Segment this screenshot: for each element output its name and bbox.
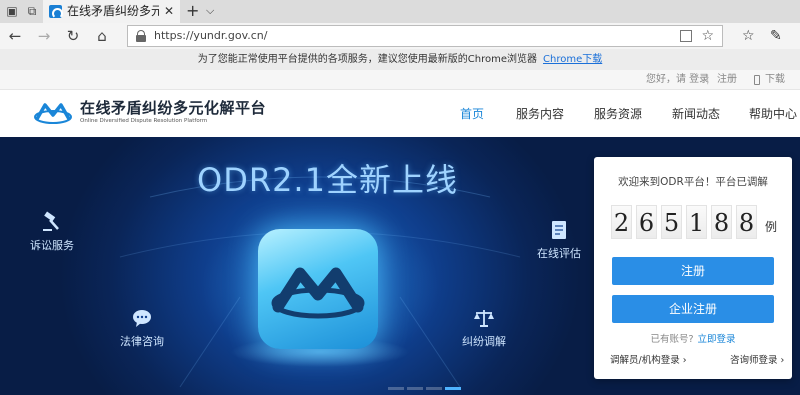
feature-dispute-mediation[interactable]: 纠纷调解 xyxy=(462,307,506,349)
register-link[interactable]: 注册 xyxy=(717,70,737,90)
address-bar[interactable]: https://yundr.gov.cn/ ☆ xyxy=(127,25,723,47)
has-account-text: 已有账号? xyxy=(650,334,694,345)
counter-digit: 8 xyxy=(711,205,732,239)
tab-preview-icon[interactable]: ⧉ xyxy=(24,4,40,19)
banner-odr-logo-icon xyxy=(271,267,365,319)
carousel-dot[interactable] xyxy=(426,387,442,390)
nav-news[interactable]: 新闻动态 xyxy=(672,106,720,122)
browser-notice-bar: 为了您能正常使用平台提供的各项服务，建议您使用最新版的Chrome浏览器 Chro… xyxy=(0,49,800,70)
carousel-dot-active[interactable] xyxy=(445,387,461,390)
gavel-icon xyxy=(43,211,59,231)
login-link[interactable]: 您好，请 登录 xyxy=(646,70,709,90)
counter-digit: 1 xyxy=(686,205,707,239)
browser-tab-active[interactable]: 在线矛盾纠纷多元化解平 ✕ xyxy=(43,0,180,23)
nav-help-center[interactable]: 帮助中心 xyxy=(749,106,797,122)
document-icon xyxy=(552,221,566,239)
balance-scale-icon xyxy=(474,310,494,327)
forward-arrow-icon[interactable]: → xyxy=(35,27,53,45)
browser-tab-bar: ▣ ⧉ 在线矛盾纠纷多元化解平 ✕ + ⌵ xyxy=(0,0,800,23)
counselor-login-link[interactable]: 咨询师登录 › xyxy=(730,354,784,367)
nav-service-content[interactable]: 服务内容 xyxy=(516,106,564,122)
chrome-download-link[interactable]: Chrome下载 xyxy=(543,54,602,65)
counter-digit: 6 xyxy=(636,205,657,239)
tab-title: 在线矛盾纠纷多元化解平 xyxy=(67,4,159,18)
tab-close-icon[interactable]: ✕ xyxy=(164,4,174,19)
feature-legal-consult-label: 法律咨询 xyxy=(120,335,164,348)
mediator-login-link[interactable]: 调解员/机构登录 › xyxy=(610,354,687,367)
util-separator: | xyxy=(706,74,710,85)
reading-view-icon[interactable] xyxy=(680,30,692,42)
site-title: 在线矛盾纠纷多元化解平台 xyxy=(80,99,267,117)
notice-text: 为了您能正常使用平台提供的各项服务，建议您使用最新版的Chrome浏览器 xyxy=(197,54,537,65)
register-button[interactable]: 注册 xyxy=(612,257,774,285)
new-tab-button[interactable]: + xyxy=(186,2,199,20)
favorite-star-icon[interactable]: ☆ xyxy=(701,27,714,45)
top-util-bar: 您好，请 登录 | 注册 下载APP xyxy=(0,70,800,105)
tab-list-chevron-icon[interactable]: ⌵ xyxy=(206,3,214,19)
refresh-icon[interactable]: ↻ xyxy=(64,27,82,45)
counter-digit: 8 xyxy=(736,205,757,239)
phone-icon xyxy=(754,75,760,85)
site-subtitle: Online Diversified Dispute Resolution Pl… xyxy=(80,118,208,124)
chat-bubble-icon xyxy=(133,310,151,327)
back-arrow-icon[interactable]: ← xyxy=(6,27,24,45)
feature-legal-consult[interactable]: 法律咨询 xyxy=(120,307,164,349)
counter-unit: 例 xyxy=(765,220,778,234)
home-icon[interactable]: ⌂ xyxy=(93,27,111,45)
lock-icon xyxy=(136,30,146,42)
tab-actions-icon[interactable]: ▣ xyxy=(4,4,20,19)
feature-online-eval[interactable]: 在线评估 xyxy=(537,219,581,261)
counter-digit: 5 xyxy=(661,205,682,239)
carousel-dot[interactable] xyxy=(407,387,423,390)
site-header: 在线矛盾纠纷多元化解平台 Online Diversified Dispute … xyxy=(0,91,800,137)
site-favicon-icon xyxy=(49,5,63,19)
welcome-text: 欢迎来到ODR平台！平台已调解 xyxy=(618,176,768,188)
feature-litigation[interactable]: 诉讼服务 xyxy=(30,211,74,253)
favorites-hub-icon[interactable]: ☆ xyxy=(742,27,755,45)
feature-dispute-mediation-label: 纠纷调解 xyxy=(462,335,506,348)
pen-notes-icon[interactable]: ✎ xyxy=(770,27,782,45)
browser-nav-bar: ← → ↻ ⌂ https://yundr.gov.cn/ ☆ xyxy=(0,23,800,49)
nav-home[interactable]: 首页 xyxy=(460,106,484,122)
feature-litigation-label: 诉讼服务 xyxy=(30,239,74,252)
enterprise-register-button[interactable]: 企业注册 xyxy=(612,295,774,323)
has-account-row: 已有账号? 立即登录 xyxy=(594,333,792,346)
feature-online-eval-label: 在线评估 xyxy=(537,247,581,260)
address-url[interactable]: https://yundr.gov.cn/ xyxy=(154,29,267,43)
login-now-link[interactable]: 立即登录 xyxy=(698,334,736,345)
nav-service-resources[interactable]: 服务资源 xyxy=(594,106,642,122)
odr-logo-icon[interactable] xyxy=(33,99,73,127)
banner-headline: ODR2.1全新上线 xyxy=(197,161,458,199)
banner-cube xyxy=(258,229,378,349)
carousel-dot[interactable] xyxy=(388,387,404,390)
counter-digit: 2 xyxy=(611,205,632,239)
login-card: 欢迎来到ODR平台！平台已调解 2 6 5 1 8 8 例 注册 企业注册 已有… xyxy=(594,157,792,379)
